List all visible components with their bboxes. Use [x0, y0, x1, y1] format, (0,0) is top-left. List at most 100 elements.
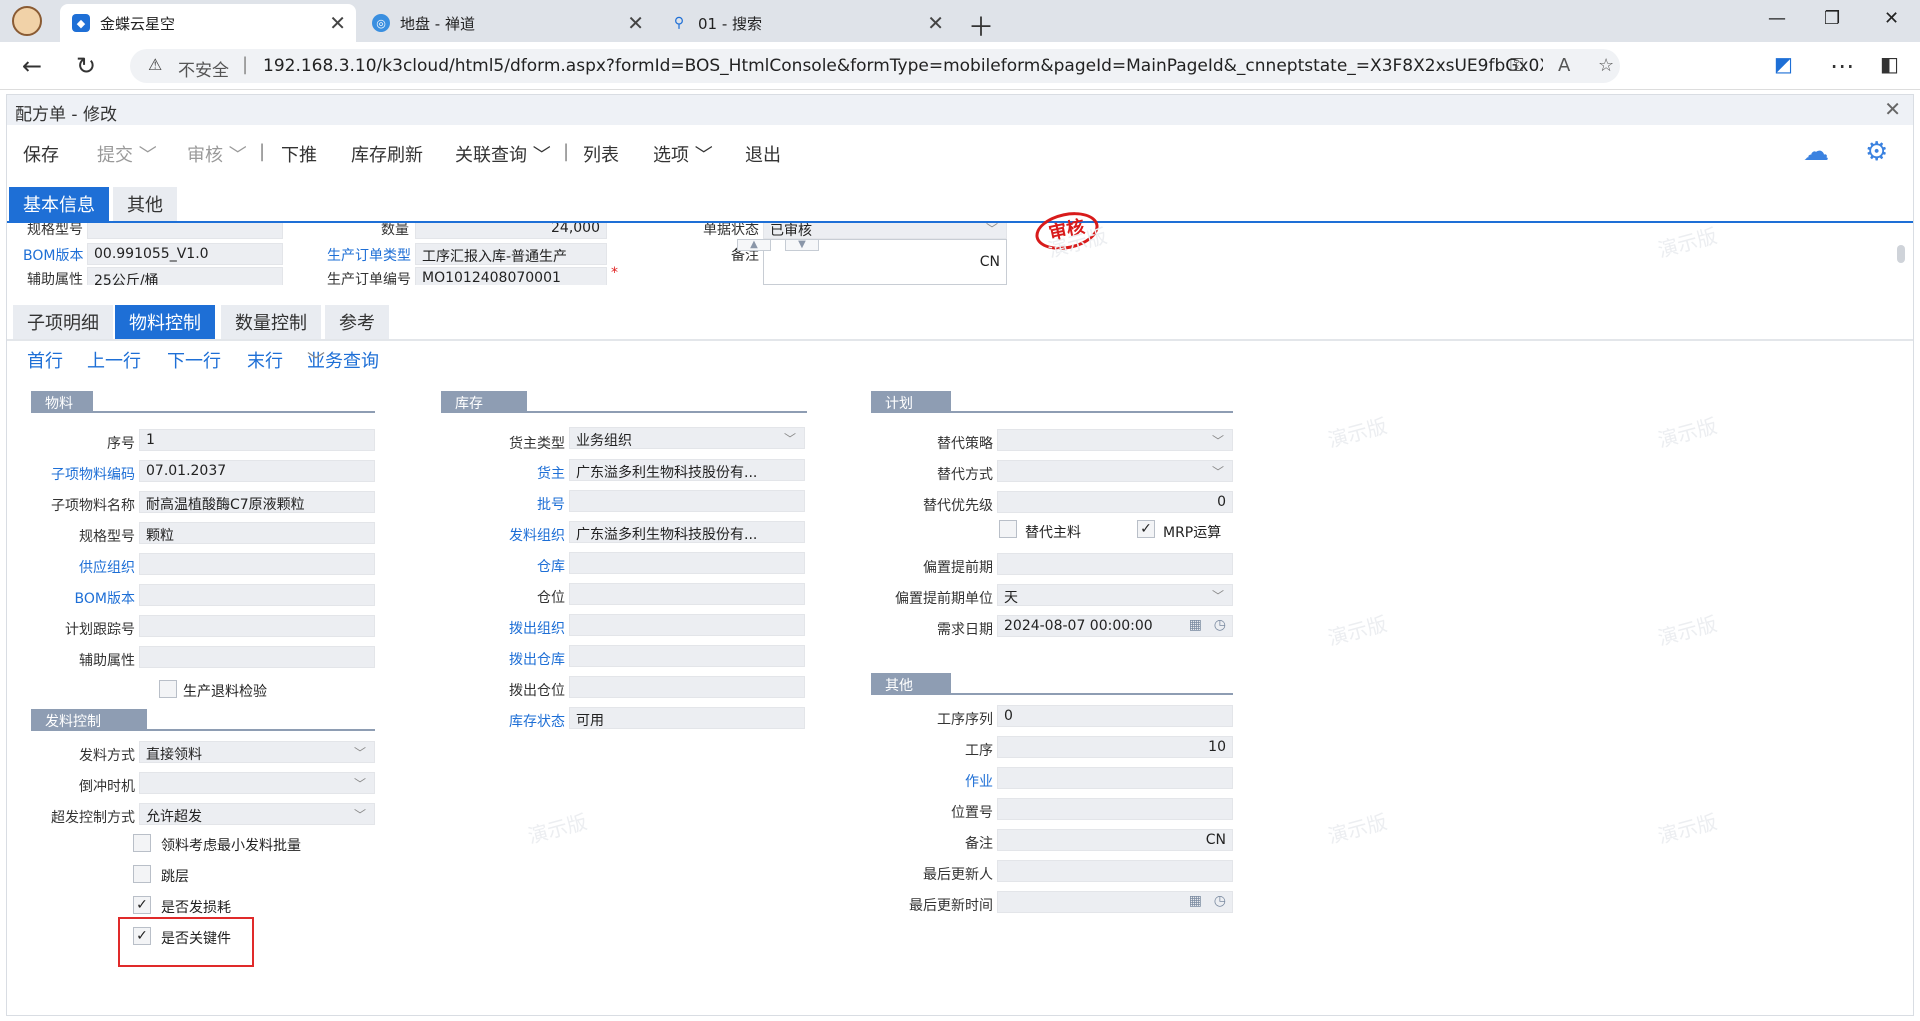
tab-child-detail[interactable]: 子项明细 — [13, 305, 113, 339]
last-updater-field[interactable] — [997, 860, 1233, 882]
read-aloud-icon[interactable]: A — [1558, 55, 1570, 76]
min-batch-checkbox[interactable] — [133, 834, 151, 852]
tab-qty-control[interactable]: 数量控制 — [221, 305, 321, 339]
mo-type-field[interactable]: 工序汇报入库-普通生产 — [415, 243, 607, 265]
supply-org-label[interactable]: 供应组织 — [27, 557, 135, 577]
bom-version-label[interactable]: BOM版本 — [23, 245, 83, 265]
job-label[interactable]: 作业 — [867, 771, 993, 791]
collapse-up-button[interactable]: ▲ — [737, 239, 771, 251]
header-scrollbar[interactable] — [1897, 223, 1905, 285]
owner-label[interactable]: 货主 — [437, 463, 565, 483]
lot-label[interactable]: 批号 — [437, 494, 565, 514]
issue-org-field[interactable]: 广东溢多利生物科技股份有... — [569, 521, 805, 543]
expand-down-button[interactable]: ▼ — [785, 239, 819, 251]
sub-priority-field[interactable]: 0 — [997, 491, 1233, 513]
browser-tab-search[interactable]: ⚲ 01 - 搜索 ✕ — [658, 4, 954, 42]
submit-button[interactable]: 提交 ﹀ — [97, 141, 157, 167]
back-icon[interactable]: ← — [22, 52, 42, 80]
chevron-down-icon[interactable]: ﹀ — [1212, 432, 1224, 449]
edge-extension-icon[interactable]: ◩ — [1774, 52, 1793, 76]
bom-label[interactable]: BOM版本 — [27, 588, 135, 608]
out-org-field[interactable] — [569, 614, 805, 636]
spec-field[interactable] — [87, 223, 283, 239]
calendar-icon[interactable]: ▦ — [1189, 893, 1202, 909]
mo-type-label[interactable]: 生产订单类型 — [325, 245, 411, 265]
close-icon[interactable]: ✕ — [329, 11, 346, 35]
sub-strategy-select[interactable]: ﹀ — [997, 429, 1233, 451]
list-button[interactable]: 列表 — [583, 141, 619, 167]
mo-no-field[interactable]: MO1012408070001 — [415, 267, 607, 285]
push-down-button[interactable]: 下推 — [281, 141, 317, 167]
offset-lead-field[interactable] — [997, 553, 1233, 575]
prev-row-link[interactable]: 上一行 — [87, 347, 141, 373]
remark-lang[interactable]: CN — [980, 254, 1000, 270]
sidebar-icon[interactable]: ◧ — [1880, 52, 1899, 76]
last-row-link[interactable]: 末行 — [247, 347, 283, 373]
out-location-field[interactable] — [569, 676, 805, 698]
bom-version-field[interactable]: 00.991055_V1.0 — [87, 243, 283, 265]
position-no-field[interactable] — [997, 798, 1233, 820]
spec-field[interactable]: 颗粒 — [139, 522, 375, 544]
issue-loss-checkbox[interactable]: ✓ — [133, 896, 151, 914]
bom-field[interactable] — [139, 584, 375, 606]
return-check-checkbox[interactable] — [159, 680, 177, 698]
offset-unit-select[interactable]: 天 ﹀ — [997, 584, 1233, 606]
operation-field[interactable]: 10 — [997, 736, 1233, 758]
key-icon[interactable]: ⚿ — [1510, 55, 1524, 76]
tab-basic-info[interactable]: 基本信息 — [9, 187, 109, 221]
next-row-link[interactable]: 下一行 — [167, 347, 221, 373]
first-row-link[interactable]: 首行 — [27, 347, 63, 373]
job-field[interactable] — [997, 767, 1233, 789]
profile-avatar[interactable] — [12, 6, 42, 36]
save-button[interactable]: 保存 — [23, 141, 59, 167]
chevron-down-icon[interactable]: ﹀ — [354, 806, 366, 823]
settings-gear-icon[interactable]: ⚙ — [1865, 137, 1888, 167]
clock-icon[interactable]: ◷ — [1214, 893, 1226, 909]
aux-prop-field[interactable] — [139, 646, 375, 668]
mrp-checkbox[interactable]: ✓ — [1137, 520, 1155, 538]
cloud-icon[interactable]: ☁ — [1803, 137, 1829, 167]
stock-status-label[interactable]: 库存状态 — [437, 711, 565, 731]
tab-material-control[interactable]: 物料控制 — [115, 305, 215, 339]
related-query-button[interactable]: 关联查询 ﹀ — [455, 141, 551, 167]
calendar-icon[interactable]: ▦ — [1189, 617, 1202, 633]
child-name-field[interactable]: 耐高温植酸酶C7原液颗粒 — [139, 491, 375, 513]
new-tab-icon[interactable]: ＋ — [968, 7, 994, 44]
stock-status-field[interactable]: 可用 — [569, 707, 805, 729]
favorite-star-icon[interactable]: ☆ — [1598, 55, 1614, 76]
last-update-time-field[interactable]: ▦ ◷ — [997, 891, 1233, 913]
child-code-label[interactable]: 子项物料编码 — [27, 464, 135, 484]
warehouse-field[interactable] — [569, 552, 805, 574]
close-icon[interactable]: ✕ — [927, 11, 944, 35]
browser-tab-zentao[interactable]: ◎ 地盘 - 禅道 ✕ — [360, 4, 654, 42]
stock-refresh-button[interactable]: 库存刷新 — [351, 141, 423, 167]
tab-reference[interactable]: 参考 — [325, 305, 389, 339]
skip-level-checkbox[interactable] — [133, 865, 151, 883]
backflush-select[interactable]: ﹀ — [139, 772, 375, 794]
track-no-field[interactable] — [139, 615, 375, 637]
audit-button[interactable]: 审核 ﹀ — [187, 141, 247, 167]
chevron-down-icon[interactable]: ﹀ — [1212, 463, 1224, 480]
form-close-icon[interactable]: ✕ — [1884, 97, 1901, 121]
issue-method-select[interactable]: 直接领料 ﹀ — [139, 741, 375, 763]
lot-field[interactable] — [569, 490, 805, 512]
out-warehouse-label[interactable]: 拨出仓库 — [437, 649, 565, 669]
tab-other[interactable]: 其他 — [113, 187, 177, 221]
sub-main-checkbox[interactable] — [999, 520, 1017, 538]
issue-org-label[interactable]: 发料组织 — [437, 525, 565, 545]
seq-field[interactable]: 1 — [139, 429, 375, 451]
minimize-icon[interactable]: — — [1768, 8, 1786, 29]
owner-type-select[interactable]: 业务组织 ﹀ — [569, 427, 805, 449]
url-field[interactable]: ⚠ 不安全 | 192.168.3.10/k3cloud/html5/dform… — [130, 49, 1620, 83]
out-warehouse-field[interactable] — [569, 645, 805, 667]
window-close-icon[interactable]: ✕ — [1884, 8, 1899, 29]
chevron-down-icon[interactable]: ﹀ — [1212, 587, 1224, 604]
more-menu-icon[interactable]: ⋯ — [1830, 52, 1854, 80]
doc-status-field[interactable]: 已审核 ﹀ — [763, 223, 1007, 239]
owner-field[interactable]: 广东溢多利生物科技股份有... — [569, 459, 805, 481]
supply-org-field[interactable] — [139, 553, 375, 575]
refresh-icon[interactable]: ↻ — [76, 52, 96, 80]
chevron-down-icon[interactable]: ﹀ — [784, 430, 796, 447]
browser-tab-kingdee[interactable]: ◆ 金蝶云星空 ✕ — [60, 4, 356, 42]
close-icon[interactable]: ✕ — [627, 11, 644, 35]
